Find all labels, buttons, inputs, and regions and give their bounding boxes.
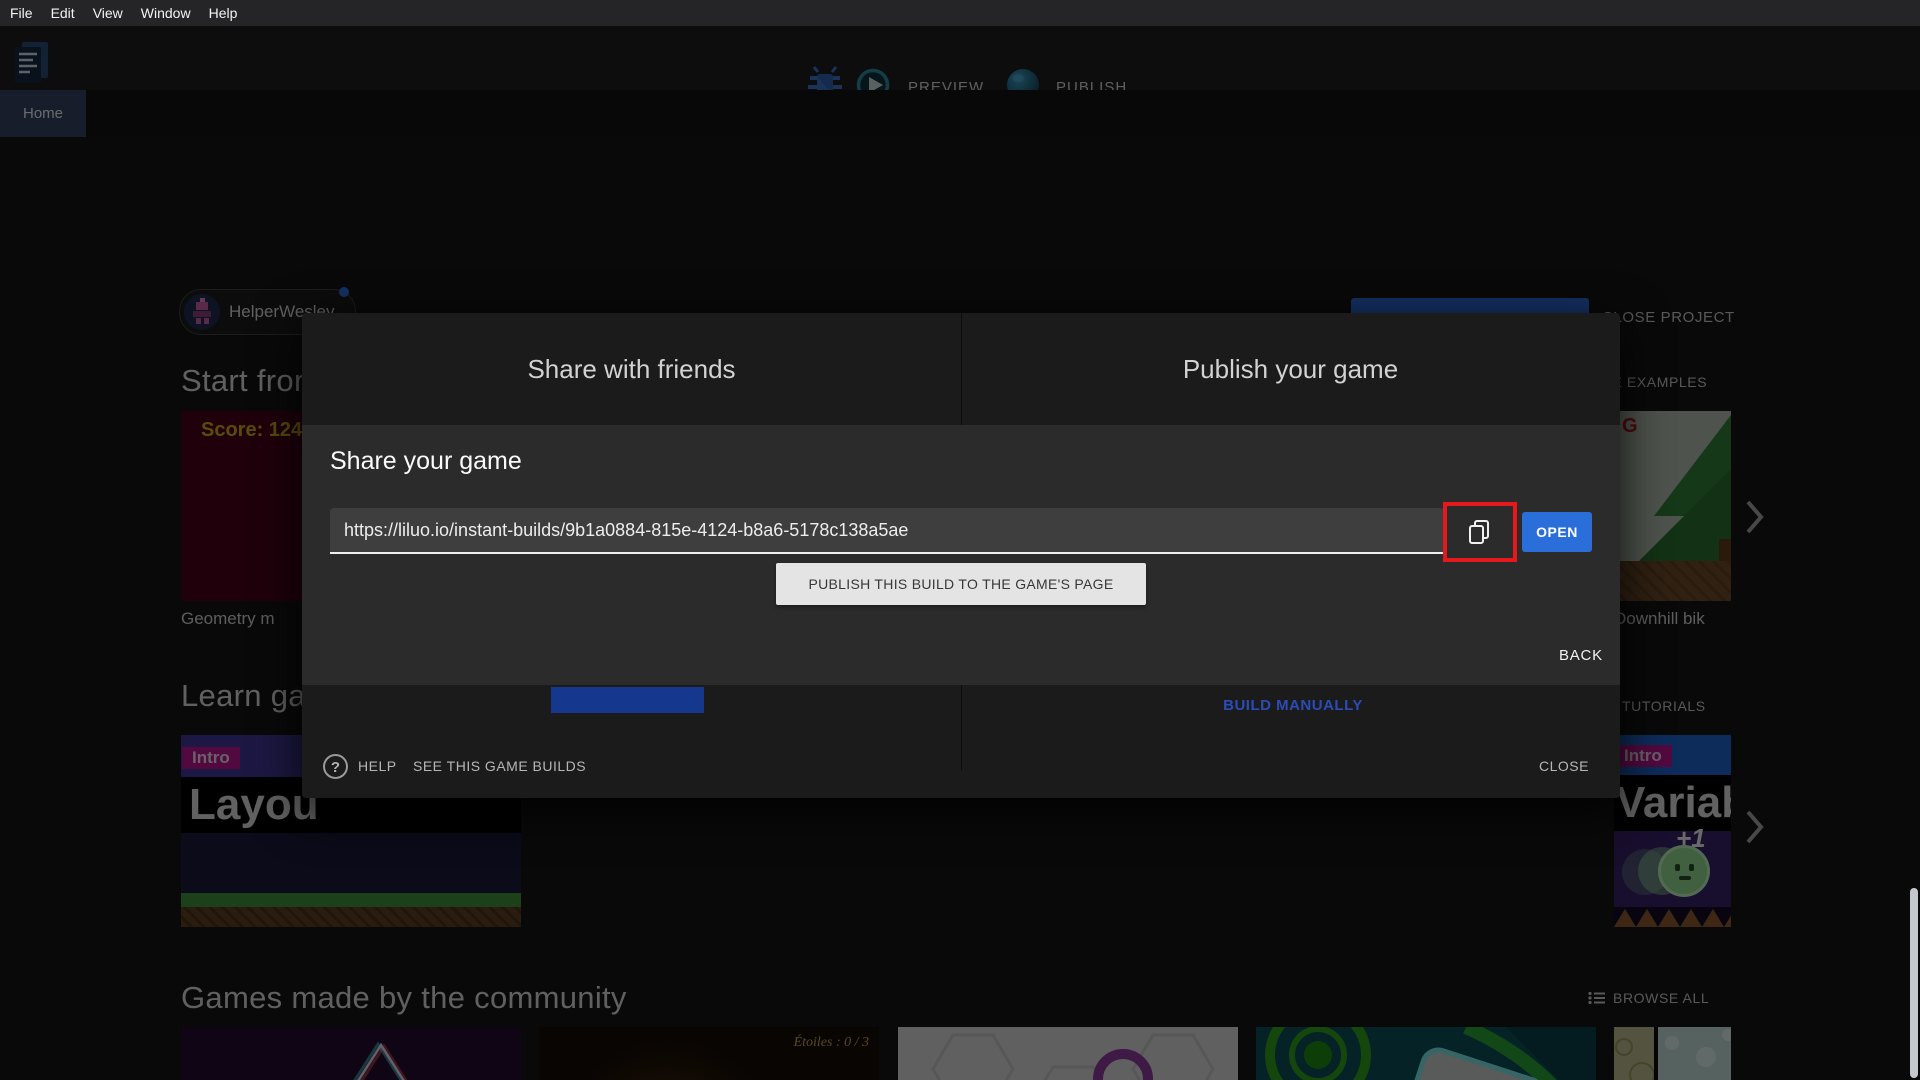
help-icon[interactable]: ?: [322, 753, 349, 780]
scrollbar-thumb[interactable]: [1910, 888, 1918, 1078]
menu-window[interactable]: Window: [141, 5, 191, 21]
tab-share-with-friends[interactable]: Share with friends: [302, 313, 961, 425]
menu-bar: File Edit View Window Help: [0, 0, 1920, 26]
publish-build-button[interactable]: PUBLISH THIS BUILD TO THE GAME'S PAGE: [776, 563, 1146, 605]
see-builds-link[interactable]: SEE THIS GAME BUILDS: [413, 758, 586, 774]
annotation-highlight-box: [1443, 502, 1517, 562]
menu-view[interactable]: View: [93, 5, 123, 21]
share-panel: Share your game https://liluo.io/instant…: [302, 425, 1620, 685]
help-button[interactable]: HELP: [358, 758, 397, 774]
build-url-field[interactable]: https://liluo.io/instant-builds/9b1a0884…: [330, 508, 1444, 554]
build-manually-link[interactable]: BUILD MANUALLY: [1213, 697, 1373, 714]
menu-help[interactable]: Help: [209, 5, 238, 21]
generate-link-button-sliver: [551, 687, 704, 713]
app-window: File Edit View Window Help PREVIEW: [0, 0, 1920, 1080]
build-url-text: https://liluo.io/instant-builds/9b1a0884…: [344, 519, 909, 540]
menu-file[interactable]: File: [10, 5, 33, 21]
back-button[interactable]: BACK: [1527, 647, 1603, 664]
tab-publish-your-game[interactable]: Publish your game: [961, 313, 1620, 425]
close-button[interactable]: CLOSE: [1539, 758, 1589, 774]
svg-text:?: ?: [331, 759, 340, 776]
share-panel-title: Share your game: [330, 447, 522, 475]
menu-edit[interactable]: Edit: [51, 5, 75, 21]
tab-divider: [961, 313, 962, 425]
column-divider: [961, 685, 962, 771]
share-dialog: Share with friends Publish your game Sha…: [302, 313, 1620, 798]
open-build-button[interactable]: OPEN: [1522, 512, 1592, 552]
